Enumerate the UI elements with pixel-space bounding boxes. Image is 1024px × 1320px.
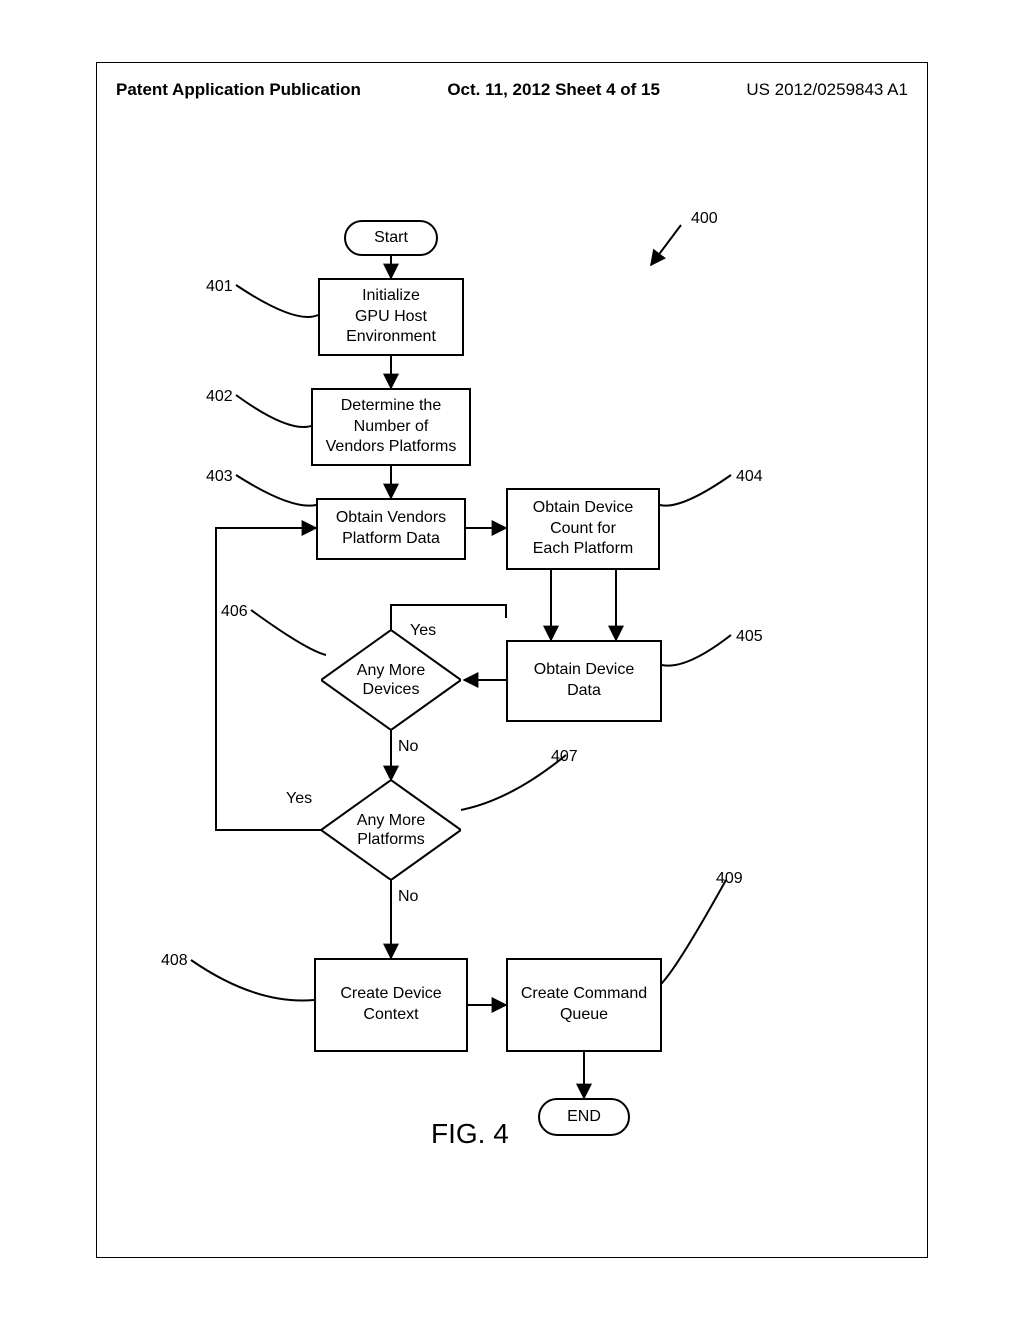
header-publication: Patent Application Publication (116, 80, 361, 100)
figure-label: FIG. 4 (431, 1118, 509, 1150)
edge-407-no: No (398, 888, 418, 906)
end-terminator: END (538, 1098, 630, 1136)
node-405-label: Obtain Device Data (534, 660, 635, 702)
start-terminator: Start (344, 220, 438, 256)
node-409-label: Create Command Queue (521, 984, 647, 1026)
ref-400: 400 (691, 210, 718, 228)
ref-406: 406 (221, 603, 248, 621)
node-405: Obtain Device Data (506, 640, 662, 722)
ref-403: 403 (206, 468, 233, 486)
node-403: Obtain Vendors Platform Data (316, 498, 466, 560)
node-402: Determine the Number of Vendors Platform… (311, 388, 471, 466)
decision-407-label: Any More Platforms (321, 780, 461, 880)
node-409: Create Command Queue (506, 958, 662, 1052)
edge-407-yes: Yes (286, 790, 312, 808)
header-sheet: Oct. 11, 2012 Sheet 4 of 15 (447, 80, 660, 100)
edge-406-yes: Yes (410, 622, 436, 640)
decision-407: Any More Platforms (321, 780, 461, 880)
decision-406: Any More Devices (321, 630, 461, 730)
node-408-label: Create Device Context (340, 984, 441, 1026)
node-408: Create Device Context (314, 958, 468, 1052)
node-403-label: Obtain Vendors Platform Data (336, 508, 446, 550)
node-402-label: Determine the Number of Vendors Platform… (326, 396, 457, 458)
decision-406-label: Any More Devices (321, 630, 461, 730)
node-404-label: Obtain Device Count for Each Platform (533, 498, 634, 560)
ref-407: 407 (551, 748, 578, 766)
header-docnum: US 2012/0259843 A1 (746, 80, 908, 100)
flowchart-canvas: Start Initialize GPU Host Environment De… (96, 110, 928, 1258)
ref-408: 408 (161, 952, 188, 970)
ref-409: 409 (716, 870, 743, 888)
ref-402: 402 (206, 388, 233, 406)
ref-401: 401 (206, 278, 233, 296)
page-header: Patent Application Publication Oct. 11, … (96, 80, 928, 100)
node-404: Obtain Device Count for Each Platform (506, 488, 660, 570)
ref-404: 404 (736, 468, 763, 486)
node-401: Initialize GPU Host Environment (318, 278, 464, 356)
edge-406-no: No (398, 738, 418, 756)
node-401-label: Initialize GPU Host Environment (346, 286, 436, 348)
start-label: Start (374, 229, 408, 247)
end-label: END (567, 1108, 601, 1126)
ref-405: 405 (736, 628, 763, 646)
